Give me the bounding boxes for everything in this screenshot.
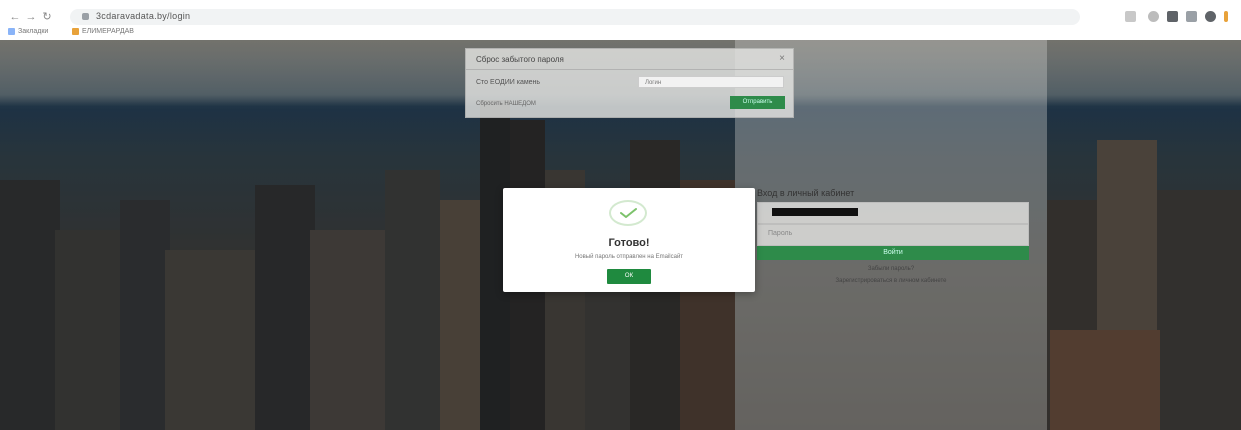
close-icon[interactable]: × — [779, 53, 785, 64]
bookmark-label: Закладки — [18, 28, 49, 35]
puzzle-icon[interactable] — [1186, 11, 1197, 22]
modal-title: Сброс забытого пароля — [476, 55, 564, 64]
zoom-icon[interactable] — [1125, 11, 1136, 22]
forgot-password-link[interactable]: Забыли пароль? — [735, 266, 1047, 272]
success-dialog: Готово! Новый пароль отправлен на Emailс… — [503, 188, 755, 292]
check-icon — [609, 200, 647, 226]
success-message: Новый пароль отправлен на Emailсайт — [574, 254, 684, 260]
bookmark-folder-icon — [72, 28, 79, 35]
reload-icon[interactable]: ↻ — [40, 10, 54, 24]
field-label: Сто ЕОДИИ камень — [476, 79, 541, 86]
success-title: Готово! — [608, 237, 650, 249]
login-input[interactable] — [757, 202, 1029, 224]
bookmark-item[interactable]: Закладки — [8, 28, 48, 35]
password-placeholder: Пароль — [768, 230, 793, 237]
reset-link[interactable]: Сбросить НАШЕДОМ — [476, 101, 536, 107]
extension-icon[interactable] — [1167, 11, 1178, 22]
profile-avatar-icon[interactable] — [1205, 11, 1216, 22]
back-arrow-icon[interactable]: ← — [8, 10, 22, 24]
bookmarks-bar: Закладки ЕЛИМЕРАРДАВ — [0, 28, 1241, 40]
bookmark-item[interactable]: ЕЛИМЕРАРДАВ — [72, 28, 134, 35]
register-link[interactable]: Зарегистрироваться в личном кабинете — [735, 278, 1047, 284]
address-row: ← → ↻ 3cdaravadata.by/login — [0, 6, 1241, 28]
address-bar-url: 3cdaravadata.by/login — [96, 11, 191, 21]
login-button[interactable]: Войти — [757, 246, 1029, 260]
apps-grid-icon — [8, 28, 15, 35]
password-input[interactable]: Пароль — [757, 224, 1029, 246]
bookmark-label: ЕЛИМЕРАРДАВ — [82, 28, 134, 35]
lock-icon — [82, 13, 89, 20]
password-reset-modal: Сброс забытого пароля × Сто ЕОДИИ камень… — [465, 48, 794, 118]
reset-login-input[interactable]: Логин — [638, 76, 784, 88]
redacted-login — [772, 208, 858, 216]
address-bar[interactable]: 3cdaravadata.by/login — [70, 9, 1080, 25]
menu-kebab-icon[interactable] — [1224, 11, 1228, 22]
browser-chrome: ← → ↻ 3cdaravadata.by/login Закладки ЕЛИ… — [0, 0, 1241, 40]
submit-button[interactable]: Отправить — [730, 96, 785, 109]
forward-arrow-icon[interactable]: → — [24, 10, 38, 24]
login-title: Вход в личный кабинет — [757, 188, 855, 198]
ok-button[interactable]: ОК — [607, 269, 651, 284]
modal-header: Сброс забытого пароля × — [466, 49, 793, 70]
star-icon[interactable] — [1148, 11, 1159, 22]
